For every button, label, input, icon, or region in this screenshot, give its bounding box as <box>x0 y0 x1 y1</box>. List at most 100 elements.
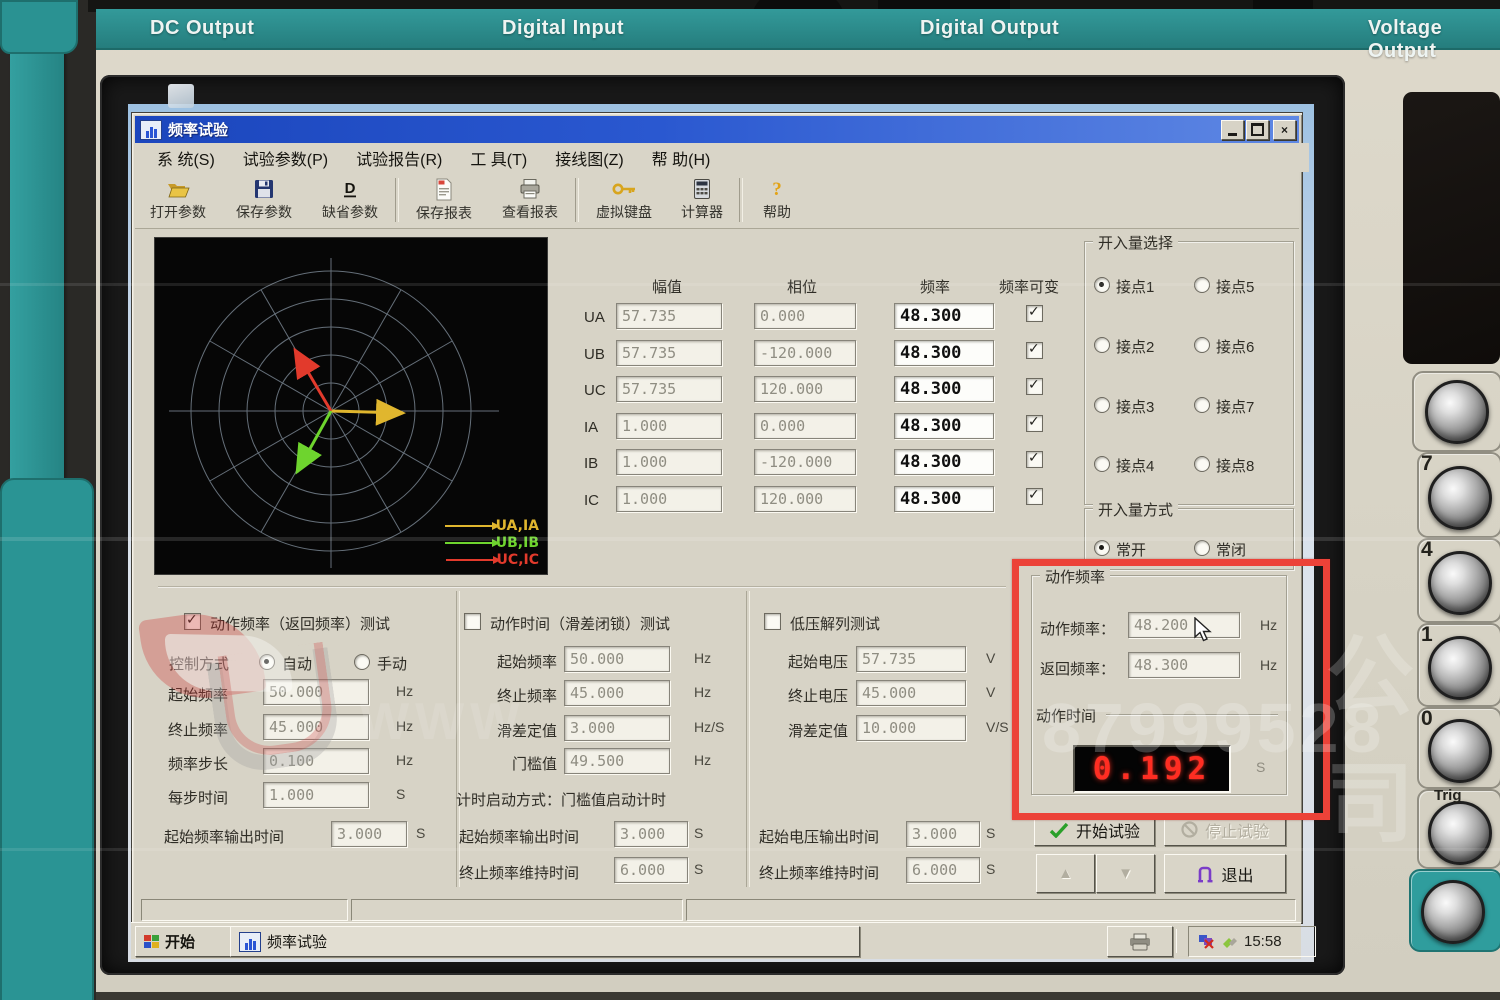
ub-frequency-field[interactable] <box>894 340 994 366</box>
panel-c-end-voltage-field[interactable] <box>856 680 966 706</box>
radio-contact-2[interactable] <box>1094 337 1110 353</box>
taskbar-app-frequency-test[interactable]: 频率试验 <box>230 926 860 957</box>
ua-amplitude-field[interactable] <box>616 303 722 329</box>
menu-system[interactable]: 系 统(S) <box>145 143 227 173</box>
view-report-button[interactable]: 查看报表 <box>487 175 573 225</box>
radio-normally-closed-label[interactable]: 常闭 <box>1216 539 1246 560</box>
open-params-button[interactable]: 打开参数 <box>135 175 221 225</box>
radio-contact-7-label[interactable]: 接点7 <box>1216 396 1254 417</box>
title-bar[interactable]: 频率试验 × <box>135 116 1299 143</box>
panel-b-slip-setting-field[interactable] <box>564 715 670 741</box>
menu-test-params[interactable]: 试验参数(P) <box>231 143 340 173</box>
radio-contact-7[interactable] <box>1194 397 1210 413</box>
ia-phase-field[interactable] <box>754 413 856 439</box>
keypad-0-knob[interactable] <box>1428 719 1492 783</box>
panel-c-slip-setting-field[interactable] <box>856 715 966 741</box>
ib-frequency-field[interactable] <box>894 449 994 475</box>
radio-contact-3[interactable] <box>1094 397 1110 413</box>
panel-a-start-freq-field[interactable] <box>263 679 369 705</box>
menu-help[interactable]: 帮 助(H) <box>640 143 723 173</box>
radio-contact-3-label[interactable]: 接点3 <box>1116 396 1154 417</box>
save-params-button[interactable]: 保存参数 <box>221 175 307 225</box>
panel-c-end-hold-time-field[interactable] <box>906 857 980 883</box>
radio-manual-label[interactable]: 手动 <box>377 653 407 674</box>
panel-b-end-hold-time-field[interactable] <box>614 857 688 883</box>
uc-amplitude-field[interactable] <box>616 376 722 402</box>
start-button[interactable]: 开始 <box>135 926 235 957</box>
ua-phase-field[interactable] <box>754 303 856 329</box>
exit-button[interactable]: 退出 <box>1164 854 1286 893</box>
radio-contact-1-label[interactable]: 接点1 <box>1116 276 1154 297</box>
desktop-icon[interactable] <box>168 84 194 108</box>
move-up-button[interactable]: ▲ <box>1036 854 1095 893</box>
panel-c-start-voltage-field[interactable] <box>856 646 966 672</box>
menu-wiring-diagram[interactable]: 接线图(Z) <box>543 143 635 173</box>
radio-contact-1[interactable] <box>1094 277 1110 293</box>
panel-b-threshold-field[interactable] <box>564 748 670 774</box>
panel-a-step-time-field[interactable] <box>263 782 369 808</box>
tray-card-icon[interactable] <box>1221 935 1238 949</box>
radio-contact-4-label[interactable]: 接点4 <box>1116 455 1154 476</box>
default-params-button[interactable]: D 缺省参数 <box>307 175 393 225</box>
panel-b-title[interactable]: 动作时间（滑差闭锁）测试 <box>490 613 670 634</box>
radio-normally-closed[interactable] <box>1194 540 1210 556</box>
radio-manual[interactable] <box>354 654 370 670</box>
teal-knob[interactable] <box>1421 880 1485 944</box>
uc-freq-variable-checkbox[interactable] <box>1026 376 1043 395</box>
ia-freq-variable-checkbox[interactable] <box>1026 413 1043 432</box>
uc-frequency-field[interactable] <box>894 376 994 402</box>
panel-b-enable-checkbox[interactable] <box>464 613 481 630</box>
keypad-trig-knob[interactable] <box>1428 801 1492 865</box>
radio-auto-label[interactable]: 自动 <box>282 653 312 674</box>
ic-frequency-field[interactable] <box>894 486 994 512</box>
ic-freq-variable-checkbox[interactable] <box>1026 486 1043 505</box>
radio-contact-4[interactable] <box>1094 456 1110 472</box>
ia-amplitude-field[interactable] <box>616 413 722 439</box>
ib-freq-variable-checkbox[interactable] <box>1026 449 1043 468</box>
ub-amplitude-field[interactable] <box>616 340 722 366</box>
maximize-button[interactable] <box>1246 119 1269 140</box>
panel-a-enable-checkbox[interactable] <box>184 611 201 630</box>
radio-contact-2-label[interactable]: 接点2 <box>1116 336 1154 357</box>
close-button[interactable]: × <box>1273 119 1296 140</box>
radio-contact-8[interactable] <box>1194 456 1210 472</box>
panel-c-start-output-time-field[interactable] <box>906 821 980 847</box>
minimize-button[interactable] <box>1221 119 1244 140</box>
panel-b-end-freq-field[interactable] <box>564 680 670 706</box>
panel-c-enable-checkbox[interactable] <box>764 613 781 630</box>
calculator-button[interactable]: 计算器 <box>667 175 737 225</box>
ic-phase-field[interactable] <box>754 486 856 512</box>
ib-phase-field[interactable] <box>754 449 856 475</box>
ic-amplitude-field[interactable] <box>616 486 722 512</box>
panel-a-end-freq-field[interactable] <box>263 714 369 740</box>
offline-network-icon[interactable] <box>1198 934 1215 949</box>
keypad-1-knob[interactable] <box>1428 636 1492 700</box>
panel-c-title[interactable]: 低压解列测试 <box>790 613 880 634</box>
panel-a-freq-step-field[interactable] <box>263 748 369 774</box>
radio-auto[interactable] <box>259 654 275 670</box>
radio-contact-6[interactable] <box>1194 337 1210 353</box>
panel-b-start-freq-field[interactable] <box>564 646 670 672</box>
ib-amplitude-field[interactable] <box>616 449 722 475</box>
virtual-keyboard-button[interactable]: 虚拟键盘 <box>581 175 667 225</box>
uc-phase-field[interactable] <box>754 376 856 402</box>
keypad-7-knob[interactable] <box>1428 466 1492 530</box>
panel-a-title[interactable]: 动作频率（返回频率）测试 <box>210 613 390 634</box>
side-knob[interactable] <box>1425 380 1489 444</box>
radio-normally-open[interactable] <box>1094 540 1110 556</box>
radio-contact-6-label[interactable]: 接点6 <box>1216 336 1254 357</box>
ub-phase-field[interactable] <box>754 340 856 366</box>
ua-freq-variable-checkbox[interactable] <box>1026 303 1043 322</box>
radio-contact-5[interactable] <box>1194 277 1210 293</box>
radio-contact-8-label[interactable]: 接点8 <box>1216 455 1254 476</box>
radio-contact-5-label[interactable]: 接点5 <box>1216 276 1254 297</box>
save-report-button[interactable]: 保存报表 <box>401 175 487 225</box>
taskbar-printer-button[interactable] <box>1107 926 1173 957</box>
menu-tools[interactable]: 工 具(T) <box>458 143 539 173</box>
move-down-button[interactable]: ▼ <box>1096 854 1155 893</box>
menu-test-report[interactable]: 试验报告(R) <box>344 143 454 173</box>
help-button[interactable]: ? 帮助 <box>745 175 809 225</box>
panel-a-start-output-time-field[interactable] <box>331 821 407 847</box>
ia-frequency-field[interactable] <box>894 413 994 439</box>
ub-freq-variable-checkbox[interactable] <box>1026 340 1043 359</box>
